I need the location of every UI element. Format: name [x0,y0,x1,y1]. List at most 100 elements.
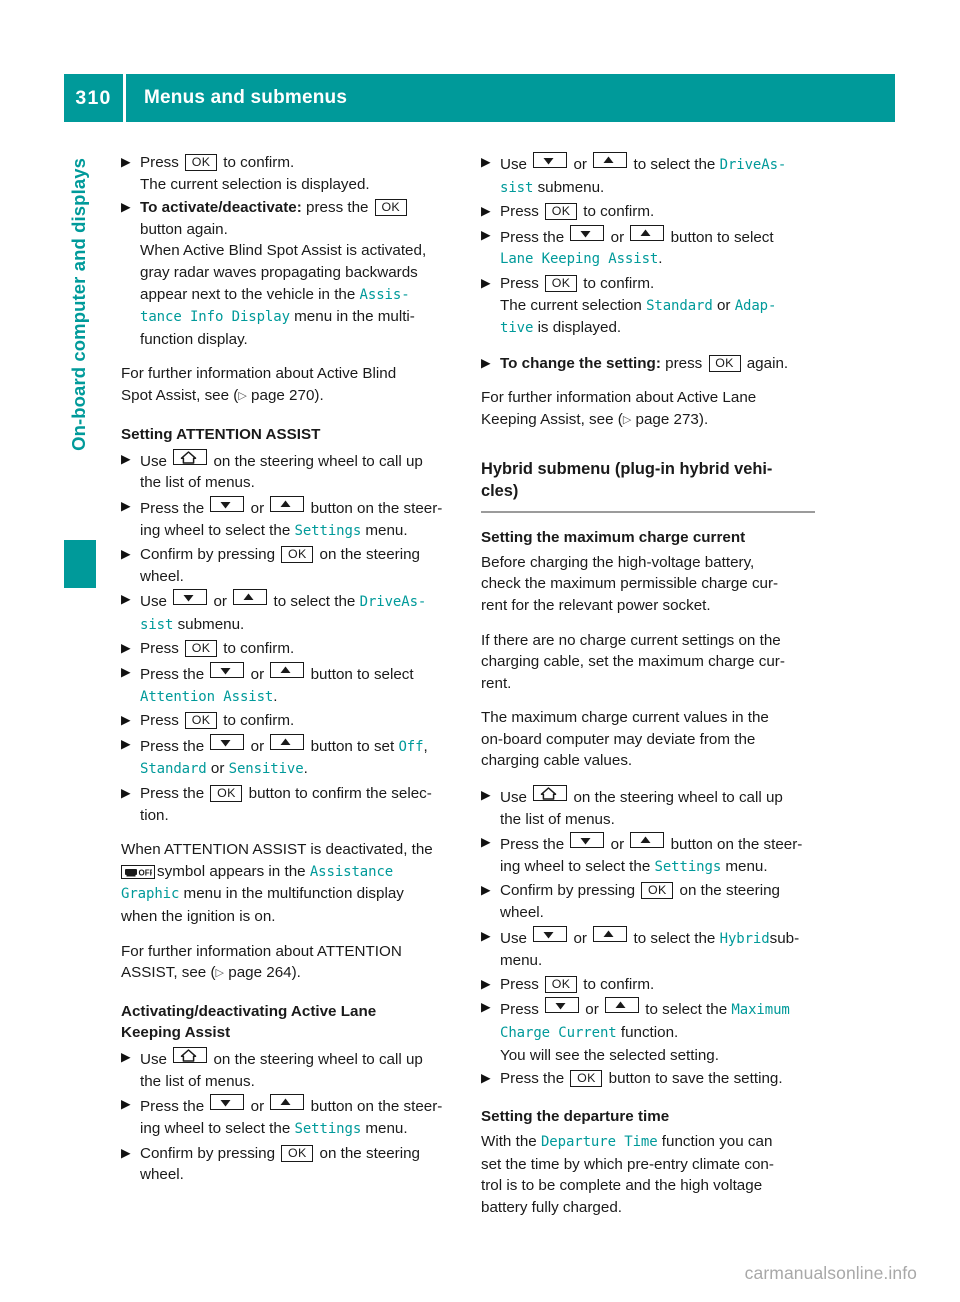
bullet-marker: ▶ [121,498,131,513]
bullet-marker: ▶ [481,227,491,242]
list-item: ▶ Press the or button on the steer- ing … [481,832,815,878]
list-item: ▶ Use on the steering wheel to call up t… [121,1047,455,1092]
step-subtext: The current selection is displayed. [140,175,370,193]
step-text: Press [500,203,539,221]
site-watermark: carmanualsonline.info [744,1263,917,1283]
step-text: Confirm by pressing [500,882,636,900]
down-arrow-key-icon [173,589,208,606]
step-text: Press [140,640,179,658]
step-text: Press the [140,737,205,755]
down-arrow-key-icon [570,224,605,241]
page-reference[interactable]: page 264 [228,964,291,981]
section-divider [481,510,815,513]
step-text: or [250,499,265,517]
paragraph-line: charging cable, set the maximum charge c… [481,653,785,671]
menu-name: DriveAs‐ [359,594,427,611]
list-item: ▶ Press OK to confirm. [481,974,815,996]
bullet-marker: ▶ [481,976,491,991]
ok-key-icon: OK [185,712,218,730]
step-subtext: sist submenu. [140,615,245,633]
paragraph-line: ASSIST, see (▷ page 264). [121,964,301,982]
down-arrow-key-icon [210,495,245,512]
menu-name: sist [140,616,174,633]
menu-name: Charge Current [500,1025,617,1042]
bullet-marker: ▶ [481,928,491,943]
step-subtext: the list of menus. [140,474,255,492]
step-text: or [610,228,625,246]
bullet-marker: ▶ [121,155,131,169]
paragraph: For further information about Active Bli… [121,363,455,407]
step-text: to confirm. [583,203,655,221]
step-text: to select the [633,929,716,947]
paragraph-line: Spot Assist, see (▷ page 270). [121,386,324,404]
list-item: ▶ Press the OK button to save the settin… [481,1068,815,1090]
step-text: button to select [310,666,414,684]
paragraph-line: For further information about Active Bli… [121,365,397,383]
paragraph-line: Before charging the high-voltage battery… [481,553,755,571]
menu-name: Adap‐ [734,297,777,314]
paragraph-line: battery fully charged. [481,1198,622,1216]
bullet-marker: ▶ [121,713,131,728]
step-subtext: ing wheel to select the Settings menu. [140,1119,408,1137]
paragraph-line: If there are no charge current settings … [481,631,781,649]
list-item: ▶ Press the or button to set Off, Standa… [121,733,455,781]
list-item: ▶ Confirm by pressing OK on the steering… [481,880,815,923]
step-text: Use [500,789,528,807]
step-text: Press the [140,785,205,803]
page-reference[interactable]: page 273 [636,411,699,428]
up-arrow-key-icon [270,733,305,750]
step-text: Use [140,452,168,470]
ok-key-icon: OK [281,546,314,564]
step-text: or [610,836,625,854]
subheading: Activating/deactivating Active Lane Keep… [121,1002,377,1041]
page-reference[interactable]: page 270 [251,387,314,404]
paragraph-line: Keeping Assist, see (▷ page 273). [481,410,709,428]
bullet-marker: ▶ [121,592,131,607]
step-text: or [573,929,587,947]
bullet-marker: ▶ [481,883,491,898]
step-subtext: button again. [140,220,228,238]
page-header: 310 Menus and submenus [64,74,895,122]
bullet-marker: ▶ [121,1050,131,1065]
menu-name: Assis‐ [359,286,410,303]
paragraph-line: trol is to be complete and the high volt… [481,1177,763,1195]
bullet-marker: ▶ [121,547,131,562]
chapter-sidebar: On-board computer and displays [62,150,96,570]
ok-key-icon: OK [545,975,578,993]
bullet-marker: ▶ [121,665,131,680]
up-arrow-key-icon [593,152,628,168]
list-item: ▶ Press the or button on the steer- ing … [121,495,455,542]
step-text: on the steering [319,546,421,564]
ok-key-icon: OK [185,154,218,171]
step-subtext: function display. [140,330,248,348]
step-text: or [213,593,227,611]
page-ref-arrow-icon: ▷ [238,389,247,402]
step-subtext: You will see the selected setting. [500,1046,719,1064]
menu-name: Off [398,738,424,755]
ok-key-icon: OK [545,274,578,292]
page-title: Menus and submenus [126,74,895,122]
paragraph: Before charging the high-voltage battery… [481,552,815,617]
list-item: ▶ Confirm by pressing OK on the steering… [121,1143,455,1186]
step-subtext: Lane Keeping Assist. [500,250,663,268]
list-item: ▶ To change the setting: press OK again. [481,353,815,375]
list-item: ▶ To activate/deactivate: press the OK b… [121,197,455,350]
step-subtext: tive is displayed. [500,319,622,337]
up-arrow-key-icon [270,662,305,679]
step-text: on the steering [679,882,781,900]
list-item: ▶ Press OK to confirm. The current selec… [121,152,455,195]
step-text: to confirm. [583,975,655,993]
list-item: ▶ Press the OK button to confirm the sel… [121,783,455,826]
menu-name: Hybrid [719,930,770,947]
step-text: Press the [500,228,565,246]
bullet-marker: ▶ [481,275,491,290]
paragraph-line: When ATTENTION ASSIST is deactivated, th… [121,841,433,859]
paragraph: When ATTENTION ASSIST is deactivated, th… [121,839,455,927]
paragraph-line: set the time by which pre-entry climate … [481,1155,774,1173]
menu-name: Standard [646,297,713,314]
home-key-icon [173,448,208,465]
step-text: on the steering wheel to call up [213,1051,423,1069]
step-text: button on the steer- [670,836,803,854]
up-arrow-key-icon [605,997,640,1014]
paragraph: For further information about ATTENTION … [121,941,455,985]
